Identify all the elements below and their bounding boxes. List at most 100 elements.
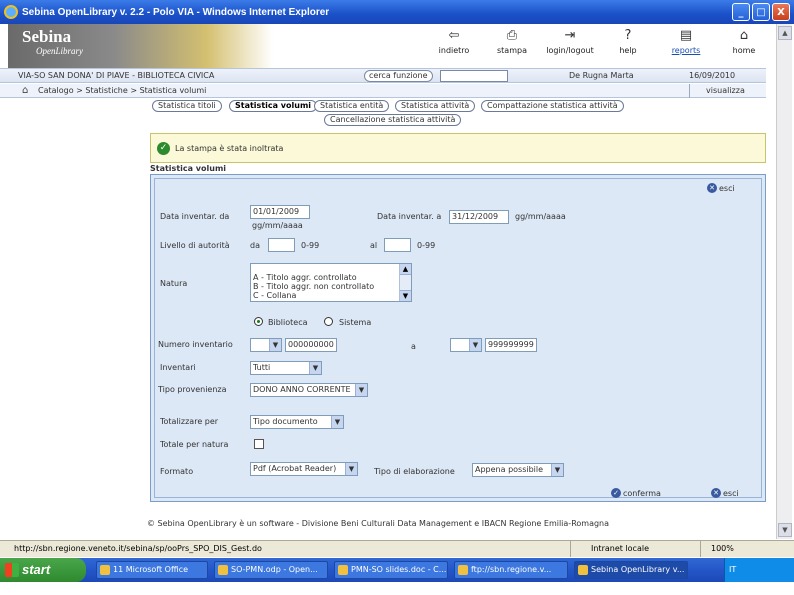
tab-compattazione[interactable]: Compattazione statistica attività <box>481 100 624 112</box>
chevron-down-icon: ▼ <box>269 339 281 351</box>
scroll-up-icon[interactable]: ▲ <box>778 26 792 40</box>
date-to-label: Data inventar. a <box>377 212 442 221</box>
authority-label: Livello di autorità <box>160 241 230 250</box>
breadcrumb[interactable]: Catalogo > Statistiche > Statistica volu… <box>38 86 206 95</box>
status-bar: http://sbn.regione.veneto.it/sebina/sp/o… <box>0 540 794 557</box>
print-icon: ⎙ <box>506 28 518 43</box>
maximize-button[interactable]: □ <box>752 3 770 21</box>
date-from-label: Data inventar. da <box>160 212 230 221</box>
natura-scrollbar[interactable]: ▲ ▼ <box>399 264 411 301</box>
format-select[interactable]: Pdf (Acrobat Reader) ▼ <box>250 462 358 476</box>
system-tray: IT <box>724 558 794 582</box>
reports-icon: ▤ <box>679 28 693 43</box>
ie-icon <box>458 565 468 575</box>
tab-statistica-entita[interactable]: Statistica entità <box>314 100 390 112</box>
natura-listbox[interactable]: A - Titolo aggr. controllato B - Titolo … <box>250 263 412 302</box>
document-icon <box>218 565 228 575</box>
visualize-link[interactable]: visualizza <box>689 84 745 98</box>
search-function-button[interactable]: cerca funzione <box>364 70 433 82</box>
breadcrumb-bar: ⌂ Catalogo > Statistiche > Statistica vo… <box>0 84 766 98</box>
scroll-up-icon[interactable]: ▲ <box>400 264 411 275</box>
scroll-down-icon[interactable]: ▼ <box>778 523 792 537</box>
date-from-format: gg/mm/aaaa <box>252 221 303 230</box>
chevron-down-icon: ▼ <box>309 362 321 374</box>
exit-button-bottom[interactable]: ✕ esci <box>711 488 739 498</box>
provenienza-label: Tipo provenienza <box>158 385 227 394</box>
taskbar-item[interactable]: PMN-SO slides.doc - C... <box>334 561 448 579</box>
login-icon: ⇥ <box>564 28 576 43</box>
radio-biblioteca-label: Biblioteca <box>268 318 308 327</box>
inventory-from-input[interactable]: 000000000 <box>285 338 337 352</box>
zoom-level[interactable]: 100% <box>700 541 734 557</box>
search-function-input[interactable] <box>440 70 508 82</box>
natura-option[interactable]: A - Titolo aggr. controllato <box>251 273 411 282</box>
page-scrollbar[interactable]: ▲ ▼ <box>776 24 792 539</box>
authority-to-label: al <box>370 241 378 250</box>
help-icon: ? <box>624 28 632 43</box>
info-bar: VIA-SO SAN DONA' DI PIAVE - BIBLIOTECA C… <box>0 68 766 83</box>
user-name: De Rugna Marta <box>569 71 634 80</box>
help-button[interactable]: ? help <box>599 26 657 55</box>
logo-text-sebina: Sebina <box>22 27 72 46</box>
authority-from-range: 0-99 <box>301 241 320 250</box>
tab-statistica-volumi[interactable]: Statistica volumi <box>229 100 318 112</box>
taskbar-item[interactable]: ftp://sbn.regione.v... <box>454 561 568 579</box>
radio-biblioteca[interactable] <box>254 317 263 326</box>
close-button[interactable]: X <box>772 3 790 21</box>
minimize-button[interactable]: _ <box>732 3 750 21</box>
aggregate-label: Totalizzare per <box>160 417 219 426</box>
back-button[interactable]: ⇦ indietro <box>425 26 483 55</box>
toolbar: ⇦ indietro ⎙ stampa ⇥ login/logout ? hel… <box>425 26 773 55</box>
taskbar-item-active[interactable]: Sebina OpenLibrary v... <box>574 561 688 579</box>
taskbar-item[interactable]: SO-PMN.odp - Open... <box>214 561 328 579</box>
tab-statistica-attivita[interactable]: Statistica attività <box>395 100 476 112</box>
inventory-to-input[interactable]: 999999999 <box>485 338 537 352</box>
inventory-from-series-select[interactable]: ▼ <box>250 338 282 352</box>
exit-icon: ✕ <box>707 183 717 193</box>
inventory-label: Numero inventario <box>158 340 233 349</box>
natura-option[interactable]: B - Titolo aggr. non controllato <box>251 282 411 291</box>
tab-cancellazione[interactable]: Cancellazione statistica attività <box>324 114 462 126</box>
date-to-input[interactable]: 31/12/2009 <box>449 210 509 224</box>
window-titlebar: Sebina OpenLibrary v. 2.2 - Polo VIA - W… <box>0 0 794 24</box>
provenienza-select[interactable]: DONO ANNO CORRENTE ▼ <box>250 383 368 397</box>
inventory-to-series-select[interactable]: ▼ <box>450 338 482 352</box>
total-natura-checkbox[interactable] <box>254 439 264 449</box>
format-label: Formato <box>160 467 194 476</box>
authority-to-input[interactable] <box>384 238 411 252</box>
language-indicator[interactable]: IT <box>729 565 736 574</box>
current-date: 16/09/2010 <box>689 71 736 80</box>
reports-button[interactable]: ▤ reports <box>657 26 715 55</box>
natura-option[interactable]: C - Collana <box>251 291 411 300</box>
form-inner: ✕ esci Data inventar. da 01/01/2009 gg/m… <box>154 178 762 498</box>
login-logout-button[interactable]: ⇥ login/logout <box>541 26 599 55</box>
home-button[interactable]: ⌂ home <box>715 26 773 55</box>
elaboration-select[interactable]: Appena possibile ▼ <box>472 463 564 477</box>
start-button[interactable]: start <box>0 558 86 582</box>
taskbar-item[interactable]: 11 Microsoft Office <box>96 561 208 579</box>
date-from-input[interactable]: 01/01/2009 <box>250 205 310 219</box>
home-small-icon[interactable]: ⌂ <box>22 85 28 96</box>
natura-label: Natura <box>160 279 188 288</box>
chevron-down-icon: ▼ <box>345 463 357 475</box>
confirm-button[interactable]: ✓ conferma <box>611 488 661 498</box>
ie-icon <box>4 5 18 19</box>
chevron-down-icon: ▼ <box>331 416 343 428</box>
document-icon <box>338 565 348 575</box>
exit-button-top[interactable]: ✕ esci <box>707 183 735 193</box>
inventari-select[interactable]: Tutti ▼ <box>250 361 322 375</box>
aggregate-select[interactable]: Tipo documento ▼ <box>250 415 344 429</box>
logo-text-openlibrary: OpenLibrary <box>36 46 83 56</box>
print-button[interactable]: ⎙ stampa <box>483 26 541 55</box>
check-icon: ✓ <box>157 142 170 155</box>
section-title: Statistica volumi <box>150 164 227 173</box>
chevron-down-icon: ▼ <box>355 384 367 396</box>
scroll-down-icon[interactable]: ▼ <box>400 290 411 301</box>
authority-from-input[interactable] <box>268 238 295 252</box>
tab-statistica-titoli[interactable]: Statistica titoli <box>152 100 222 112</box>
chevron-down-icon: ▼ <box>551 464 563 476</box>
radio-sistema[interactable] <box>324 317 333 326</box>
logo: Sebina OpenLibrary <box>8 24 273 68</box>
back-icon: ⇦ <box>448 28 460 43</box>
home-icon: ⌂ <box>739 28 749 43</box>
